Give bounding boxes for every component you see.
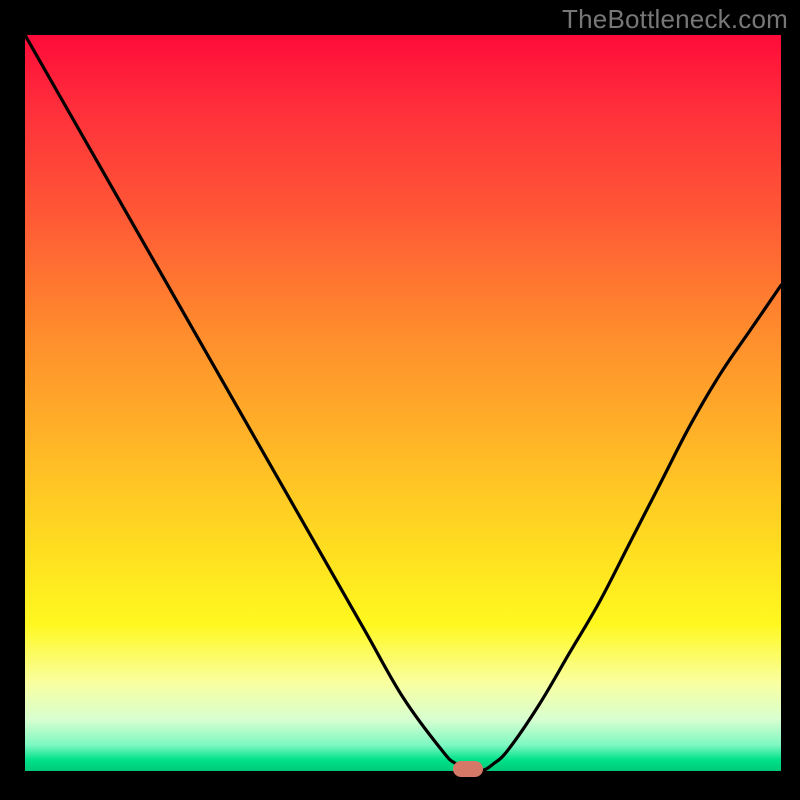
bottleneck-curve	[25, 35, 781, 771]
watermark-text: TheBottleneck.com	[562, 4, 788, 35]
optimal-marker	[453, 761, 483, 777]
chart-container: TheBottleneck.com	[0, 0, 800, 800]
plot-area	[25, 35, 781, 771]
curve-svg	[25, 35, 781, 771]
